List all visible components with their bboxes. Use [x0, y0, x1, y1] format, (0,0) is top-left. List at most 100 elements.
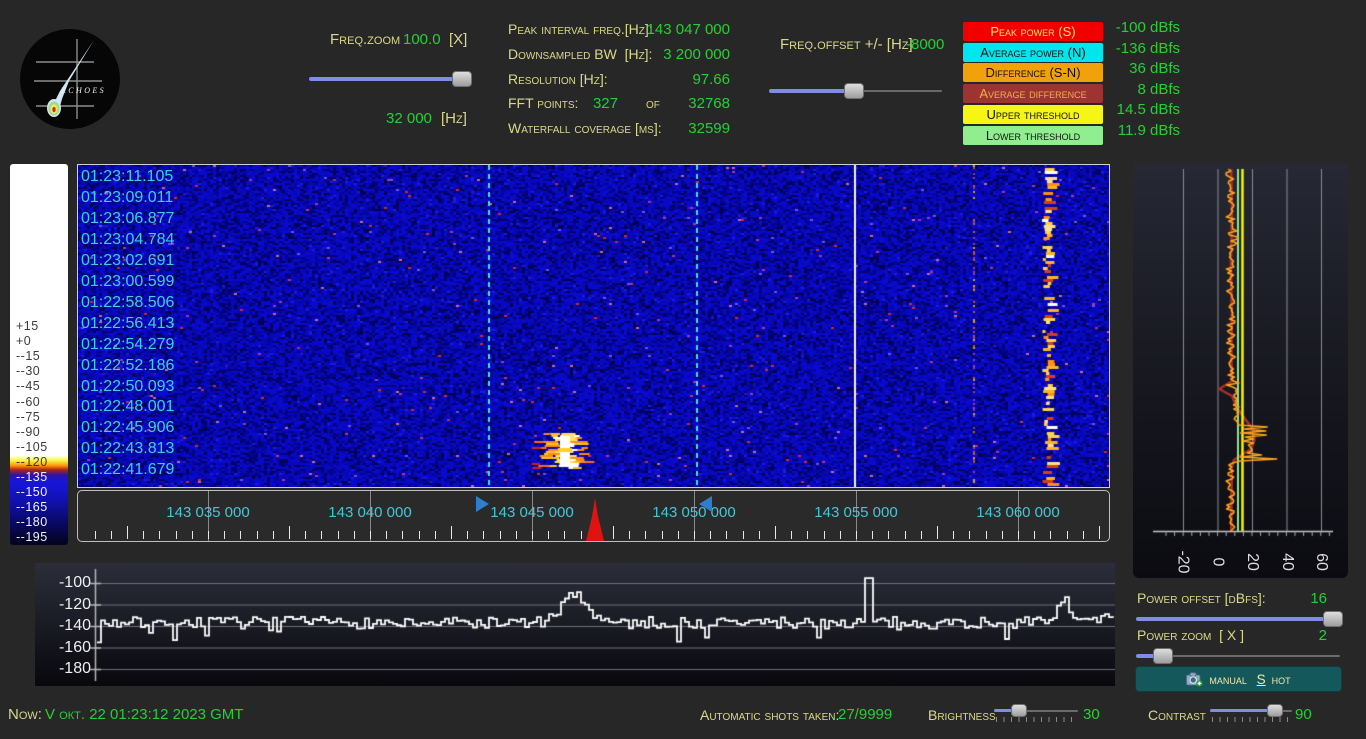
ruler-minor-tick — [1001, 531, 1003, 539]
ruler-minor-tick — [694, 531, 695, 539]
ruler-minor-tick — [110, 531, 112, 539]
camera-icon — [1186, 671, 1203, 686]
dbfs-readout-average-power-n: -136 dBfs — [1115, 39, 1180, 57]
legend-button-average-difference[interactable]: Average difference — [963, 84, 1103, 104]
ruler-minor-tick — [823, 531, 825, 539]
power-offset-label: Power offset [dBfs]: — [1137, 590, 1266, 606]
fz-slider-handle[interactable] — [452, 71, 473, 87]
ruler-minor-tick — [272, 531, 274, 539]
ruler-minor-tick — [1099, 526, 1100, 539]
manual-shot-button[interactable]: manual Shot — [1135, 666, 1342, 692]
power-offset-value: 16 — [1310, 590, 1327, 607]
spectrum-y-tick-label: -180 — [58, 660, 91, 677]
legend-button-peak-power-s[interactable]: Peak power (S) — [963, 22, 1103, 41]
ruler-minor-tick — [191, 531, 193, 539]
ruler-minor-tick — [677, 531, 679, 539]
waterfall-canvas[interactable] — [78, 165, 1109, 487]
scale-label: --195 — [16, 530, 48, 545]
stat-value-fft-total: 32768 — [688, 95, 730, 113]
ruler-minor-tick — [710, 531, 712, 539]
ruler-minor-tick — [580, 531, 582, 539]
legend-button-upper-threshold[interactable]: Upper threshold — [963, 104, 1103, 124]
spectrum-y-tick-label: -160 — [58, 638, 91, 656]
ruler-minor-tick — [937, 526, 938, 539]
power-profile-panel: -20 0 20 40 60 — [1133, 163, 1348, 578]
ct-slider-fill — [1210, 709, 1275, 712]
dbfs-readout-upper-threshold: 14.5 dBfs — [1116, 101, 1180, 119]
ruler-minor-tick — [629, 531, 631, 539]
waterfall-display[interactable]: 01:23:11.105 01:23:09.011 01:23:06.877 01:2… — [77, 164, 1110, 488]
dbfs-readouts: -100 dBfs -136 dBfs 36 dBfs 8 dBfs 14.5 dBfs… — [1090, 19, 1180, 145]
scale-label: --150 — [16, 485, 48, 500]
ruler-minor-tick — [872, 531, 874, 539]
ruler-minor-tick — [305, 531, 307, 539]
contrast-slider[interactable] — [1210, 704, 1292, 722]
ruler-minor-tick — [920, 531, 922, 539]
br-slider-ticks — [996, 717, 1076, 722]
manual-shot-label-rest: hot — [1271, 671, 1291, 687]
legend-button-lower-threshold[interactable]: Lower threshold — [963, 125, 1103, 145]
fo-slider-handle[interactable] — [843, 83, 864, 99]
ruler-minor-tick — [856, 531, 857, 539]
power-zoom-slider[interactable] — [1136, 647, 1340, 665]
manual-shot-label: manual — [1209, 671, 1251, 687]
br-slider-handle[interactable] — [1011, 704, 1028, 717]
ruler-minor-tick — [418, 531, 420, 539]
interval-start-marker[interactable] — [476, 496, 490, 512]
freq-offset-slider[interactable] — [769, 82, 942, 100]
spectrum-y-tick-label: -120 — [58, 595, 91, 613]
dbfs-readout-peak-power-s: -100 dBfs — [1115, 19, 1180, 36]
ruler-minor-tick — [532, 531, 533, 539]
scale-label: --90 — [16, 424, 41, 439]
scale-label: --135 — [16, 470, 48, 484]
stat-label-peak-interval-freq-hz: Peak interval freq.[Hz]: — [508, 21, 653, 37]
ruler-minor-tick — [175, 531, 177, 539]
brightness-slider[interactable] — [994, 704, 1078, 722]
ruler-minor-tick — [353, 531, 355, 539]
ruler-minor-tick — [985, 531, 987, 539]
legend-button-difference-s-n[interactable]: Difference (S-N) — [963, 63, 1103, 83]
scale-label: +0 — [16, 334, 32, 349]
scale-label: --105 — [16, 439, 48, 454]
interval-end-marker[interactable] — [698, 496, 712, 512]
ct-slider-handle[interactable] — [1266, 704, 1283, 717]
brightness-value: 30 — [1083, 706, 1100, 723]
ruler-minor-tick — [402, 531, 404, 539]
freq-zoom-slider[interactable] — [309, 70, 473, 88]
pz-slider-handle[interactable] — [1152, 648, 1173, 664]
ct-slider-ticks — [1212, 717, 1290, 722]
frequency-tick-label: 143 040 000 — [328, 504, 412, 521]
echoes-app: ECHOES Freq.zoom 100.0 [X] 32 000 [Hz] P… — [0, 0, 1366, 739]
power-axis-tick-label: 60 — [1312, 553, 1330, 571]
contrast-label: Contrast — [1148, 707, 1206, 723]
ruler-minor-tick — [256, 531, 258, 539]
ruler-minor-tick — [969, 531, 971, 539]
auto-shots-value: 27/9999 — [838, 706, 893, 723]
scale-label: --15 — [16, 349, 41, 364]
ruler-minor-tick — [548, 531, 550, 539]
stat-label-resolution-hz: Resolution [Hz]: — [508, 70, 608, 87]
dbfs-readout-average-difference: 8 dBfs — [1137, 80, 1180, 98]
fo-slider-fill — [769, 89, 854, 93]
frequency-tick-label: 143 050 000 — [652, 504, 736, 521]
legend-button-average-power-n[interactable]: Average power (N) — [963, 42, 1103, 62]
scale-label: --45 — [16, 379, 41, 394]
ruler-minor-tick — [208, 531, 209, 539]
scale-label: --30 — [16, 364, 41, 379]
freq-zoom-x-unit: [X] — [449, 31, 468, 48]
power-offset-slider[interactable] — [1136, 610, 1343, 628]
frequency-ruler[interactable]: 143 035 000 143 040 000 143 045 000 143 050… — [77, 490, 1110, 542]
ruler-minor-tick — [888, 531, 890, 539]
ruler-minor-tick — [1034, 531, 1036, 539]
ruler-minor-tick — [224, 531, 226, 539]
ruler-minor-tick — [1082, 531, 1084, 539]
po-slider-fill — [1136, 617, 1333, 621]
stat-label-downsampled-bw-hz: Downsampled BW [Hz]: — [508, 45, 653, 62]
ruler-minor-tick — [94, 531, 96, 539]
ruler-minor-tick — [953, 531, 955, 539]
stat-label-fft-points: FFT points: — [508, 95, 579, 112]
frequency-tick-label: 143 055 000 — [814, 504, 898, 521]
freq-offset-label: Freq.offset +/- [Hz] — [780, 36, 913, 53]
po-slider-handle[interactable] — [1322, 611, 1343, 627]
dbfs-readout-lower-threshold: 11.9 dBfs — [1117, 121, 1180, 139]
